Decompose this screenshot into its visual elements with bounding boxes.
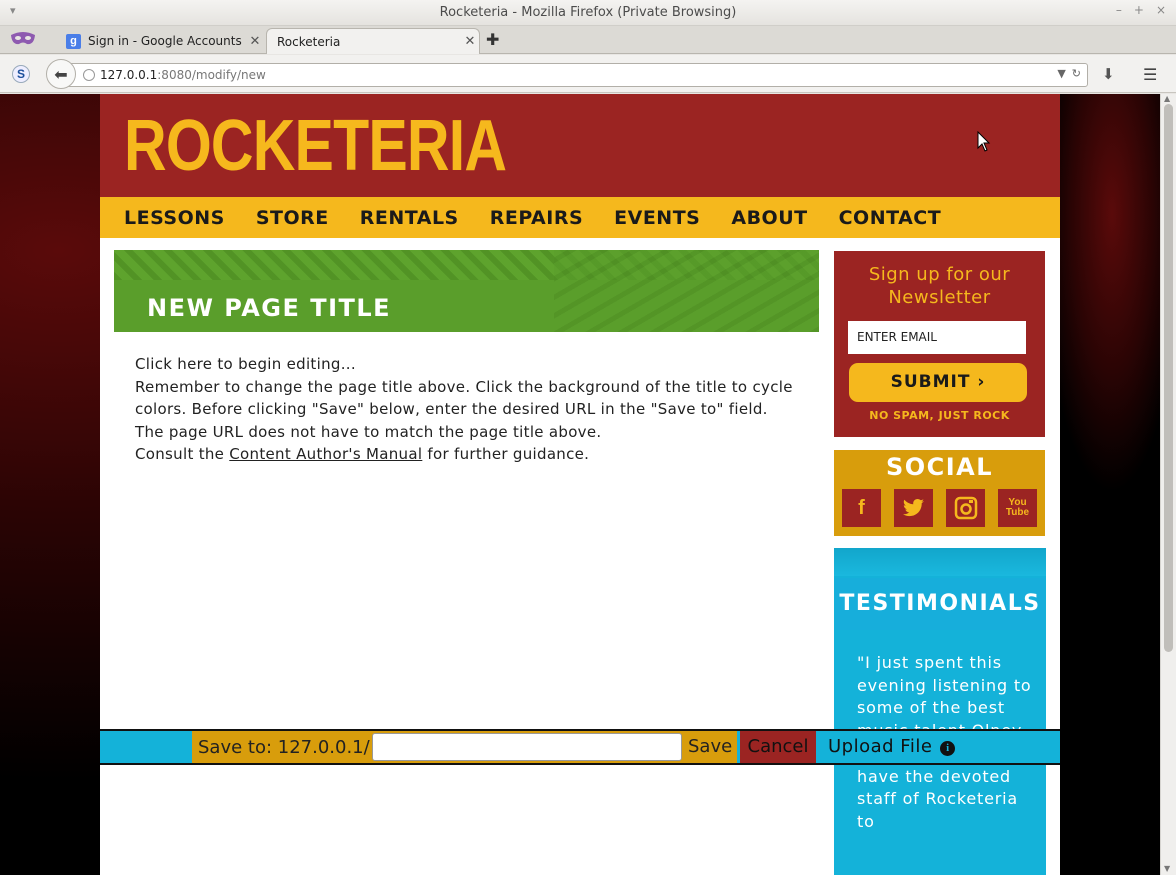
nav-item-rentals[interactable]: RENTALS [360,207,459,229]
testimonials-box: TESTIMONIALS "I just spent this evening … [834,548,1046,875]
content-authors-manual-link[interactable]: Content Author's Manual [229,445,422,463]
nav-item-lessons[interactable]: LESSONS [124,207,225,229]
page-title[interactable]: NEW PAGE TITLE [147,294,391,322]
tab-rocketeria[interactable]: Rocketeria ✕ [266,28,480,54]
tab-label: Sign in - Google Accounts [88,34,242,48]
mouse-cursor-icon [977,131,991,152]
save-button[interactable]: Save [683,731,738,763]
google-icon: g [66,33,81,49]
url-bar[interactable]: 127.0.0.1:8080/modify/new ▼ ↻ [62,63,1088,87]
navigation-toolbar: S 127.0.0.1:8080/modify/new ▼ ↻ ⬅ ⬇ ☰ [0,55,1176,93]
scroll-down-icon[interactable]: ▼ [1164,864,1170,873]
content-line: Consult the Content Author's Manual for … [135,445,590,463]
reload-icon[interactable]: ↻ [1072,67,1081,80]
hamburger-menu-icon[interactable]: ☰ [1143,65,1157,84]
save-to-label: Save to: 127.0.0.1/ [198,736,370,758]
instagram-icon[interactable] [946,489,985,527]
page-scrollbar[interactable]: ▲ ▼ [1160,94,1176,875]
back-button[interactable]: ⬅ [46,59,76,89]
private-browsing-mask-icon [11,32,35,45]
nav-item-about[interactable]: ABOUT [731,207,807,229]
nav-item-events[interactable]: EVENTS [614,207,700,229]
editable-content[interactable]: Click here to begin editing... Remember … [135,353,795,466]
url-text[interactable]: 127.0.0.1:8080/modify/new [100,68,266,82]
tab-label: Rocketeria [277,34,341,49]
testimonials-title: TESTIMONIALS [835,578,1045,630]
extension-s-icon[interactable]: S [12,65,30,83]
testimonials-band [834,548,1046,576]
content-line: Remember to change the page title above.… [135,377,793,441]
new-tab-plus-icon[interactable]: ✚ [486,30,499,49]
download-icon[interactable]: ⬇ [1102,65,1115,83]
url-actions: ▼ ↻ [1057,67,1081,80]
tab-google-signin[interactable]: g Sign in - Google Accounts ✕ [58,28,264,54]
twitter-icon[interactable] [894,489,933,527]
minimize-icon[interactable]: – [1116,3,1122,17]
scroll-up-icon[interactable]: ▲ [1164,94,1170,103]
banner-pattern [554,250,819,332]
newsletter-box: Sign up for our Newsletter ENTER EMAIL S… [834,251,1045,437]
submit-button[interactable]: SUBMIT › [849,363,1027,402]
edit-save-bar: Save to: 127.0.0.1/ Save Cancel Upload F… [100,729,1060,765]
window-titlebar: ▾ Rocketeria - Mozilla Firefox (Private … [0,0,1176,26]
window-controls: – + × [1116,3,1166,17]
back-arrow-icon: ⬅ [54,64,68,84]
maximize-icon[interactable]: + [1134,3,1144,17]
nav-item-contact[interactable]: CONTACT [839,207,942,229]
site-logo[interactable]: ROCKETERIA [124,104,507,188]
social-icons: f You Tube [842,489,1037,527]
email-input[interactable]: ENTER EMAIL [848,321,1026,354]
window-title: Rocketeria - Mozilla Firefox (Private Br… [439,5,737,20]
upload-file-button[interactable]: Upload File i [828,731,956,763]
site-identity-icon[interactable] [83,69,95,81]
close-window-icon[interactable]: × [1156,3,1166,17]
no-spam-note: NO SPAM, JUST ROCK [869,409,1010,422]
page-title-banner[interactable]: NEW PAGE TITLE [114,250,819,332]
cancel-button[interactable]: Cancel [740,731,816,763]
info-icon[interactable]: i [940,741,956,756]
tab-bar: g Sign in - Google Accounts ✕ Rocketeria… [0,26,1176,54]
url-dropdown-icon[interactable]: ▼ [1057,67,1065,80]
nav-item-store[interactable]: STORE [256,207,329,229]
facebook-icon[interactable]: f [842,489,881,527]
chevron-right-icon: › [977,372,986,392]
tab-close-icon[interactable]: ✕ [246,34,264,49]
scroll-thumb[interactable] [1164,104,1173,652]
nav-item-repairs[interactable]: REPAIRS [490,207,583,229]
social-box: SOCIAL f You Tube [834,450,1045,536]
main-nav: LESSONS STORE RENTALS REPAIRS EVENTS ABO… [100,197,1060,238]
content-line: Click here to begin editing... [135,355,356,373]
tab-close-icon[interactable]: ✕ [461,34,479,49]
social-title: SOCIAL [885,453,994,481]
newsletter-title: Sign up for our Newsletter [868,264,1011,308]
site-header: ROCKETERIA [100,94,1060,197]
save-to-input[interactable] [371,733,682,761]
youtube-icon[interactable]: You Tube [998,489,1037,527]
save-to-group: Save to: 127.0.0.1/ [192,731,686,763]
